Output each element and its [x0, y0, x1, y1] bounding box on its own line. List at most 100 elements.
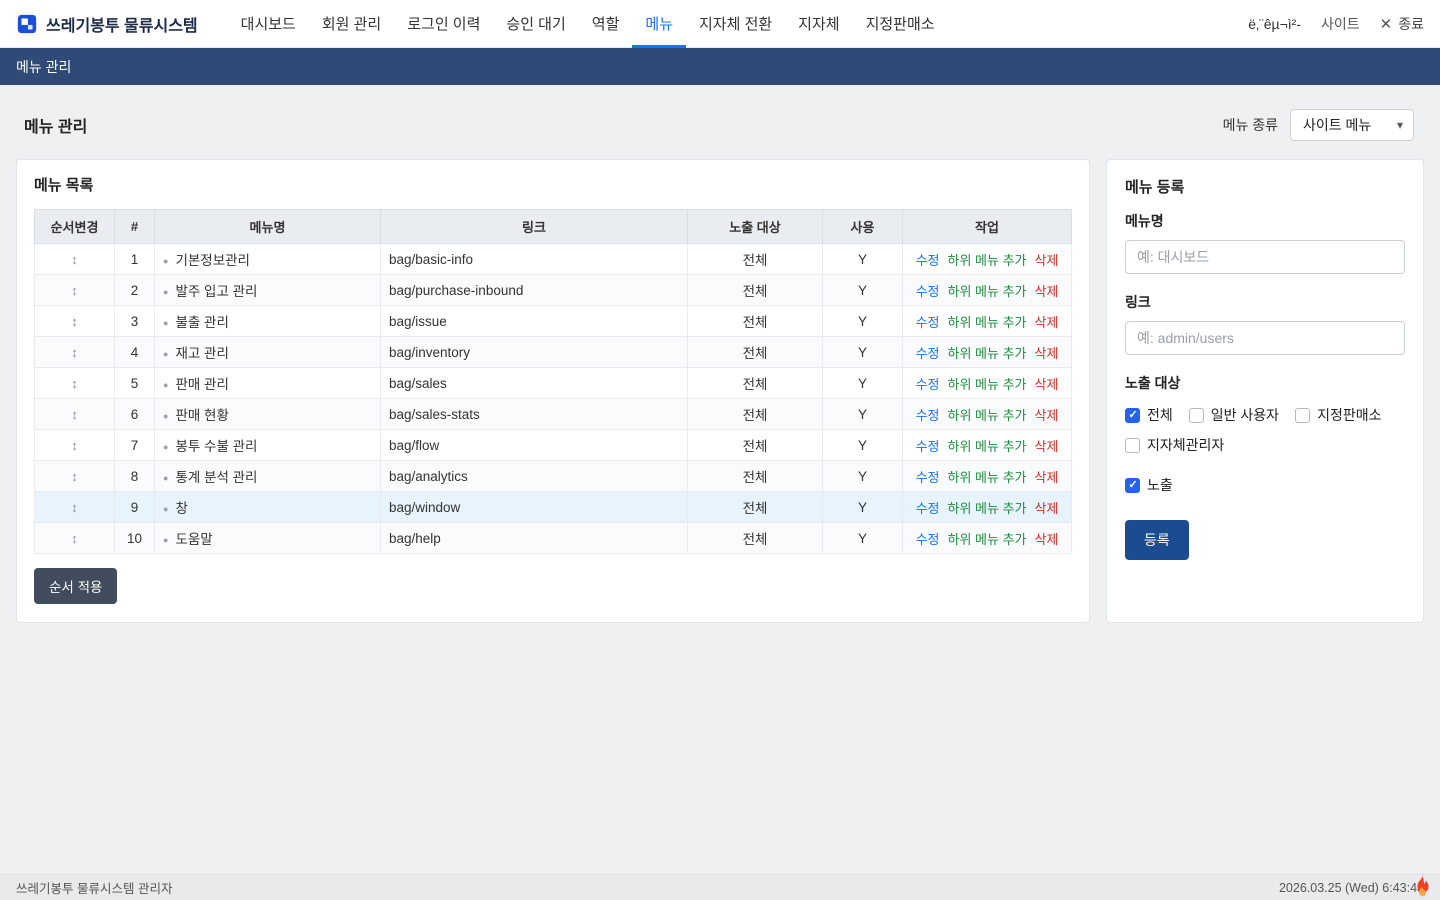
target-checkbox[interactable]: 일반 사용자 — [1189, 405, 1279, 425]
checkbox-icon — [1125, 408, 1140, 423]
delete-link[interactable]: 삭제 — [1034, 377, 1058, 392]
target-checkbox[interactable]: 지정판매소 — [1295, 405, 1381, 425]
apply-order-button[interactable]: 순서 적용 — [34, 568, 117, 604]
menu-target: 전체 — [688, 430, 823, 461]
add-child-link[interactable]: 하위 메뉴 추가 — [948, 253, 1027, 268]
delete-link[interactable]: 삭제 — [1034, 439, 1058, 454]
edit-link[interactable]: 수정 — [916, 532, 940, 547]
table-row: ↕8●통계 분석 관리bag/analytics전체Y수정하위 메뉴 추가삭제 — [35, 461, 1072, 492]
drag-handle-icon[interactable]: ↕ — [71, 314, 78, 329]
edit-link[interactable]: 수정 — [916, 408, 940, 423]
delete-link[interactable]: 삭제 — [1034, 284, 1058, 299]
submit-button[interactable]: 등록 — [1125, 520, 1189, 560]
drag-handle-icon[interactable]: ↕ — [71, 438, 78, 453]
checkbox-label: 지자체관리자 — [1147, 435, 1224, 455]
nav-item[interactable]: 대시보드 — [228, 0, 309, 48]
nav-item[interactable]: 메뉴 — [632, 0, 686, 48]
menu-name: 재고 관리 — [175, 346, 228, 361]
nav-item[interactable]: 로그인 이력 — [394, 0, 493, 48]
edit-link[interactable]: 수정 — [916, 470, 940, 485]
nav-item[interactable]: 승인 대기 — [493, 0, 578, 48]
flame-icon — [1414, 873, 1432, 897]
edit-link[interactable]: 수정 — [916, 439, 940, 454]
target-label: 노출 대상 — [1125, 373, 1405, 393]
delete-link[interactable]: 삭제 — [1034, 315, 1058, 330]
row-number: 6 — [115, 399, 155, 430]
menu-link: bag/sales — [381, 368, 688, 399]
menu-name: 도움말 — [175, 532, 212, 547]
menu-use: Y — [823, 399, 903, 430]
delete-link[interactable]: 삭제 — [1034, 346, 1058, 361]
drag-handle-icon[interactable]: ↕ — [71, 500, 78, 515]
add-child-link[interactable]: 하위 메뉴 추가 — [948, 532, 1027, 547]
menu-use: Y — [823, 275, 903, 306]
menu-link-input[interactable] — [1125, 321, 1405, 355]
drag-handle-icon[interactable]: ↕ — [71, 345, 78, 360]
edit-link[interactable]: 수정 — [916, 377, 940, 392]
site-link[interactable]: 사이트 — [1321, 14, 1360, 34]
nav-item[interactable]: 지자체 전환 — [686, 0, 785, 48]
menu-name: 발주 입고 관리 — [175, 284, 257, 299]
page-title: 메뉴 관리 — [24, 113, 87, 137]
menu-target: 전체 — [688, 337, 823, 368]
menu-type-select[interactable]: 사이트 메뉴 ▾ — [1290, 109, 1414, 141]
row-number: 9 — [115, 492, 155, 523]
menu-target: 전체 — [688, 492, 823, 523]
add-child-link[interactable]: 하위 메뉴 추가 — [948, 470, 1027, 485]
menu-type-wrap: 메뉴 종류 사이트 메뉴 ▾ — [1223, 109, 1414, 141]
menu-list-card: 메뉴 목록 순서변경#메뉴명링크노출 대상사용작업 ↕1●기본정보관리bag/b… — [16, 159, 1090, 623]
add-child-link[interactable]: 하위 메뉴 추가 — [948, 315, 1027, 330]
drag-handle-icon[interactable]: ↕ — [71, 376, 78, 391]
menu-name-label: 메뉴명 — [1125, 211, 1405, 231]
add-child-link[interactable]: 하위 메뉴 추가 — [948, 439, 1027, 454]
nav-item[interactable]: 회원 관리 — [309, 0, 394, 48]
edit-link[interactable]: 수정 — [916, 315, 940, 330]
target-checkbox[interactable]: 지자체관리자 — [1125, 435, 1224, 455]
add-child-link[interactable]: 하위 메뉴 추가 — [948, 377, 1027, 392]
table-row: ↕3●불출 관리bag/issue전체Y수정하위 메뉴 추가삭제 — [35, 306, 1072, 337]
edit-link[interactable]: 수정 — [916, 284, 940, 299]
menu-name-input[interactable] — [1125, 240, 1405, 274]
add-child-link[interactable]: 하위 메뉴 추가 — [948, 501, 1027, 516]
nav-item[interactable]: 지정판매소 — [853, 0, 948, 48]
menu-target: 전체 — [688, 368, 823, 399]
row-number: 7 — [115, 430, 155, 461]
footer: 쓰레기봉투 물류시스템 관리자 2026.03.25 (Wed) 6:43:43 — [0, 874, 1440, 900]
visible-checkbox[interactable]: 노출 — [1125, 475, 1173, 495]
edit-link[interactable]: 수정 — [916, 253, 940, 268]
edit-link[interactable]: 수정 — [916, 501, 940, 516]
edit-link[interactable]: 수정 — [916, 346, 940, 361]
delete-link[interactable]: 삭제 — [1034, 408, 1058, 423]
drag-handle-icon[interactable]: ↕ — [71, 469, 78, 484]
main-content: 메뉴 목록 순서변경#메뉴명링크노출 대상사용작업 ↕1●기본정보관리bag/b… — [0, 159, 1440, 623]
menu-table-body: ↕1●기본정보관리bag/basic-info전체Y수정하위 메뉴 추가삭제↕2… — [35, 244, 1072, 554]
drag-handle-icon[interactable]: ↕ — [71, 531, 78, 546]
column-header: 사용 — [823, 210, 903, 244]
menu-list-title: 메뉴 목록 — [34, 174, 1072, 195]
logout-label: 종료 — [1398, 14, 1424, 34]
menu-name: 통계 분석 관리 — [175, 470, 257, 485]
visible-row: 노출 — [1125, 475, 1405, 498]
menu-use: Y — [823, 337, 903, 368]
delete-link[interactable]: 삭제 — [1034, 501, 1058, 516]
breadcrumb: 메뉴 관리 — [16, 57, 71, 77]
delete-link[interactable]: 삭제 — [1034, 470, 1058, 485]
row-number: 4 — [115, 337, 155, 368]
nav-item[interactable]: 역할 — [579, 0, 633, 48]
add-child-link[interactable]: 하위 메뉴 추가 — [948, 284, 1027, 299]
delete-link[interactable]: 삭제 — [1034, 532, 1058, 547]
logout-button[interactable]: ✕ 종료 — [1380, 14, 1424, 34]
checkbox-icon — [1189, 408, 1204, 423]
drag-handle-icon[interactable]: ↕ — [71, 252, 78, 267]
chevron-down-icon: ▾ — [1397, 118, 1403, 132]
delete-link[interactable]: 삭제 — [1034, 253, 1058, 268]
drag-handle-icon[interactable]: ↕ — [71, 407, 78, 422]
add-child-link[interactable]: 하위 메뉴 추가 — [948, 346, 1027, 361]
add-child-link[interactable]: 하위 메뉴 추가 — [948, 408, 1027, 423]
target-checkbox[interactable]: 전체 — [1125, 405, 1173, 425]
drag-handle-icon[interactable]: ↕ — [71, 283, 78, 298]
nav-item[interactable]: 지자체 — [785, 0, 852, 48]
checkbox-label: 전체 — [1147, 405, 1173, 425]
row-number: 1 — [115, 244, 155, 275]
menu-name: 창 — [175, 501, 187, 516]
